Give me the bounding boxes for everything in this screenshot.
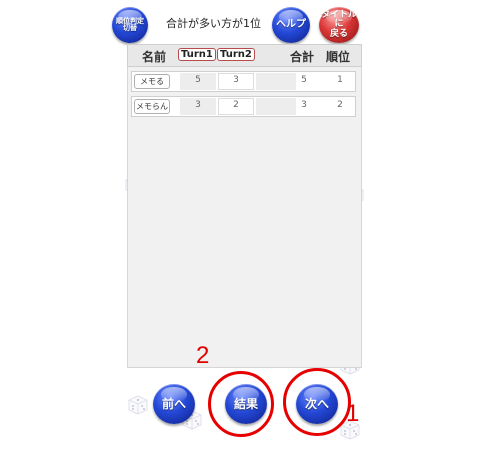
dice-icon bbox=[128, 395, 148, 415]
header-name: 名前 bbox=[142, 50, 167, 64]
table-row: メモる 5 3 5 1 bbox=[131, 71, 356, 92]
prev-button[interactable]: 前へ bbox=[153, 384, 195, 424]
back-to-title-button[interactable]: タイトルに 戻る bbox=[319, 7, 359, 43]
table-row: メモらん 3 2 3 2 bbox=[131, 96, 356, 117]
rule-description: 合計が多い方が1位 bbox=[166, 17, 261, 30]
help-button[interactable]: ヘルプ bbox=[272, 7, 310, 43]
player-name-button[interactable]: メモらん bbox=[134, 99, 170, 114]
judge-toggle-button[interactable]: 順位判定 切替 bbox=[112, 7, 148, 43]
rank-value: 2 bbox=[337, 100, 343, 110]
turn1-value: 5 bbox=[195, 75, 201, 85]
turn1-value: 3 bbox=[195, 100, 201, 110]
total-value: 5 bbox=[301, 75, 307, 85]
empty-cell-bg bbox=[256, 98, 296, 115]
rank-value: 1 bbox=[337, 75, 343, 85]
header-total: 合計 bbox=[290, 50, 315, 64]
turn2-value: 3 bbox=[233, 75, 239, 85]
header-rank: 順位 bbox=[326, 50, 351, 64]
score-panel bbox=[127, 44, 362, 368]
empty-cell-bg bbox=[256, 73, 296, 90]
table-header: 名前 Turn1 Turn2 合計 順位 bbox=[127, 44, 362, 67]
turn2-value: 2 bbox=[233, 100, 239, 110]
header-turn1: Turn1 bbox=[178, 48, 216, 61]
annotation-number-1: 1 bbox=[346, 400, 360, 427]
result-highlight-circle bbox=[208, 371, 274, 437]
next-highlight-circle bbox=[283, 368, 351, 436]
header-turn2: Turn2 bbox=[217, 48, 255, 61]
total-value: 3 bbox=[301, 100, 307, 110]
annotation-number-2: 2 bbox=[196, 342, 210, 369]
player-name-button[interactable]: メモる bbox=[134, 74, 170, 89]
